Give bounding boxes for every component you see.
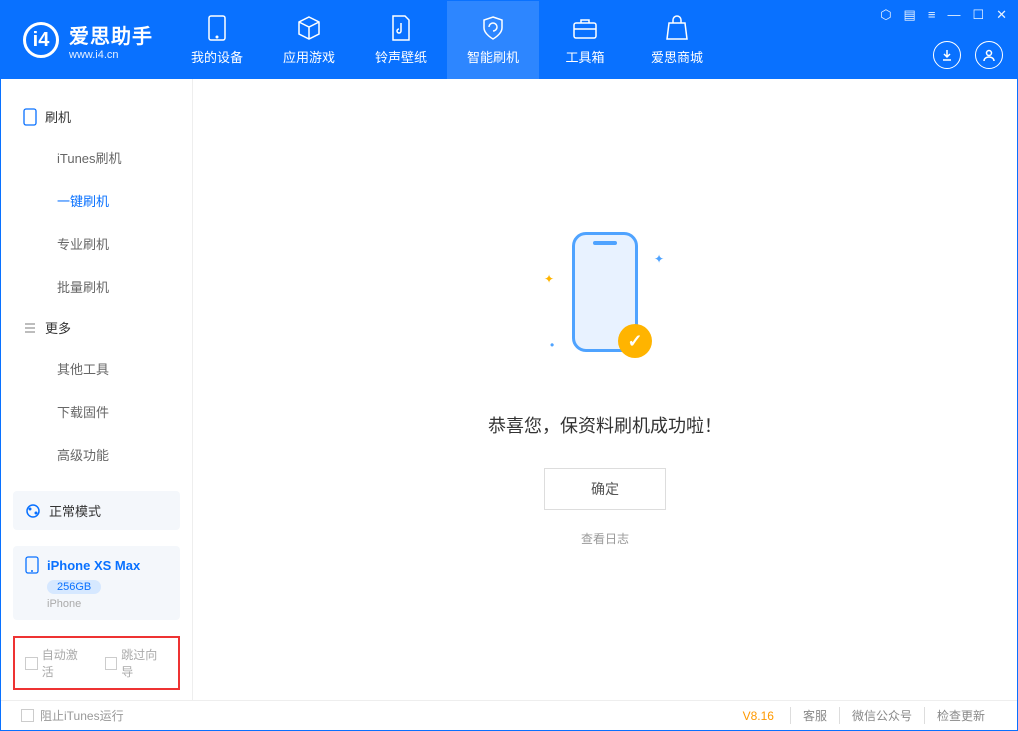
- tab-label: 工具箱: [565, 47, 604, 66]
- app-header: i4 爱思助手 www.i4.cn 我的设备 应用游戏 铃声壁纸 智能刷机 工具…: [1, 1, 1017, 79]
- checkbox-label: 自动激活: [42, 646, 89, 680]
- tab-ringtones[interactable]: 铃声壁纸: [355, 1, 447, 79]
- minimize-button[interactable]: —: [947, 7, 960, 23]
- sidebar-item-batch-flash[interactable]: 批量刷机: [1, 265, 192, 308]
- refresh-shield-icon: [480, 15, 506, 41]
- tab-label: 应用游戏: [283, 47, 335, 66]
- close-button[interactable]: ✕: [996, 7, 1007, 23]
- tab-label: 我的设备: [191, 47, 243, 66]
- mode-label: 正常模式: [49, 501, 101, 520]
- list-icon[interactable]: ▤: [904, 7, 916, 23]
- sidebar: 刷机 iTunes刷机 一键刷机 专业刷机 批量刷机 更多 其他工具 下载固件 …: [1, 79, 193, 700]
- download-button[interactable]: [933, 41, 961, 69]
- bag-icon: [664, 15, 690, 41]
- app-url: www.i4.cn: [69, 49, 153, 61]
- sidebar-item-advanced[interactable]: 高级功能: [1, 433, 192, 476]
- tab-label: 铃声壁纸: [375, 47, 427, 66]
- checkbox-skip-guide[interactable]: 跳过向导: [105, 646, 169, 680]
- phone-outline-icon: [23, 108, 37, 126]
- view-log-link[interactable]: 查看日志: [581, 530, 629, 547]
- sparkle-icon: ✦: [654, 252, 664, 266]
- main-tabs: 我的设备 应用游戏 铃声壁纸 智能刷机 工具箱 爱思商城: [171, 1, 723, 79]
- sidebar-item-other-tools[interactable]: 其他工具: [1, 347, 192, 390]
- sidebar-item-itunes-flash[interactable]: iTunes刷机: [1, 136, 192, 179]
- sidebar-section-flash: 刷机: [1, 97, 192, 136]
- checkbox-auto-activate[interactable]: 自动激活: [25, 646, 89, 680]
- mode-box[interactable]: 正常模式: [13, 491, 180, 530]
- sparkle-icon: ✦: [544, 272, 554, 286]
- block-itunes-label: 阻止iTunes运行: [40, 707, 124, 724]
- tab-store[interactable]: 爱思商城: [631, 1, 723, 79]
- checkbox-label: 跳过向导: [121, 646, 168, 680]
- success-message: 恭喜您，保资料刷机成功啦！: [488, 412, 722, 438]
- tab-toolbox[interactable]: 工具箱: [539, 1, 631, 79]
- list-icon: [23, 321, 37, 335]
- cube-icon: [296, 15, 322, 41]
- maximize-button[interactable]: ☐: [972, 7, 984, 23]
- ok-button[interactable]: 确定: [544, 468, 666, 510]
- sidebar-item-onekey-flash[interactable]: 一键刷机: [1, 179, 192, 222]
- menu-icon[interactable]: ≡: [928, 7, 936, 23]
- logo-area: i4 爱思助手 www.i4.cn: [1, 20, 171, 61]
- device-icon: [25, 556, 39, 574]
- device-storage: 256GB: [47, 580, 101, 594]
- version-label: V8.16: [743, 709, 774, 723]
- sidebar-item-download-firmware[interactable]: 下载固件: [1, 390, 192, 433]
- section-title-label: 更多: [45, 318, 71, 337]
- success-illustration: ✦ ✦ • ✓: [540, 232, 670, 382]
- shirt-icon[interactable]: ⬡: [880, 7, 891, 23]
- window-controls: ⬡ ▤ ≡ — ☐ ✕: [880, 7, 1007, 23]
- app-title: 爱思助手: [69, 20, 153, 49]
- status-link-support[interactable]: 客服: [790, 707, 839, 724]
- phone-icon: [204, 15, 230, 41]
- status-link-update[interactable]: 检查更新: [924, 707, 997, 724]
- status-link-wechat[interactable]: 微信公众号: [839, 707, 924, 724]
- sidebar-item-pro-flash[interactable]: 专业刷机: [1, 222, 192, 265]
- logo-icon: i4: [23, 22, 59, 58]
- checkbox-block-itunes[interactable]: [21, 709, 34, 722]
- device-name: iPhone XS Max: [47, 558, 140, 573]
- check-badge-icon: ✓: [618, 324, 652, 358]
- music-file-icon: [388, 15, 414, 41]
- sparkle-icon: •: [550, 338, 554, 352]
- main-content: ✦ ✦ • ✓ 恭喜您，保资料刷机成功啦！ 确定 查看日志: [193, 79, 1017, 700]
- highlighted-checkbox-row: 自动激活 跳过向导: [13, 636, 180, 690]
- sidebar-section-more: 更多: [1, 308, 192, 347]
- device-box[interactable]: iPhone XS Max 256GB iPhone: [13, 546, 180, 620]
- tab-label: 爱思商城: [651, 47, 703, 66]
- tab-my-device[interactable]: 我的设备: [171, 1, 263, 79]
- section-title-label: 刷机: [45, 107, 71, 126]
- toolbox-icon: [572, 15, 598, 41]
- device-type: iPhone: [47, 598, 168, 610]
- tab-apps-games[interactable]: 应用游戏: [263, 1, 355, 79]
- tab-label: 智能刷机: [467, 47, 519, 66]
- tab-smart-flash[interactable]: 智能刷机: [447, 1, 539, 79]
- mode-icon: [25, 503, 41, 519]
- header-user-icons: [933, 41, 1003, 69]
- status-bar: 阻止iTunes运行 V8.16 客服 微信公众号 检查更新: [1, 700, 1017, 730]
- user-button[interactable]: [975, 41, 1003, 69]
